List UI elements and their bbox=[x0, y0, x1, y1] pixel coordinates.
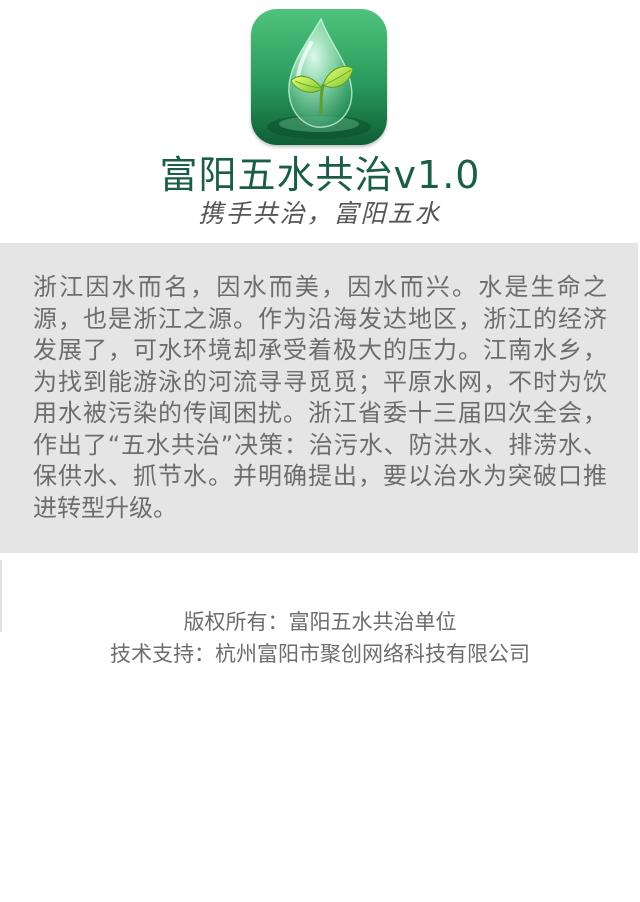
water-drop-leaf-icon bbox=[251, 9, 387, 145]
app-title: 富阳五水共治v1.0 bbox=[159, 153, 481, 197]
about-page: 富阳五水共治v1.0 携手共治，富阳五水 浙江因水而名，因水而美，因水而兴。水是… bbox=[0, 0, 640, 902]
intro-text: 浙江因水而名，因水而美，因水而兴。水是生命之源，也是浙江之源。作为沿海发达地区，… bbox=[33, 273, 607, 522]
tech-support-text: 技术支持：杭州富阳市聚创网络科技有限公司 bbox=[110, 642, 530, 666]
copyright-text: 版权所有：富阳五水共治单位 bbox=[183, 610, 457, 634]
app-slogan: 携手共治，富阳五水 bbox=[198, 199, 442, 228]
